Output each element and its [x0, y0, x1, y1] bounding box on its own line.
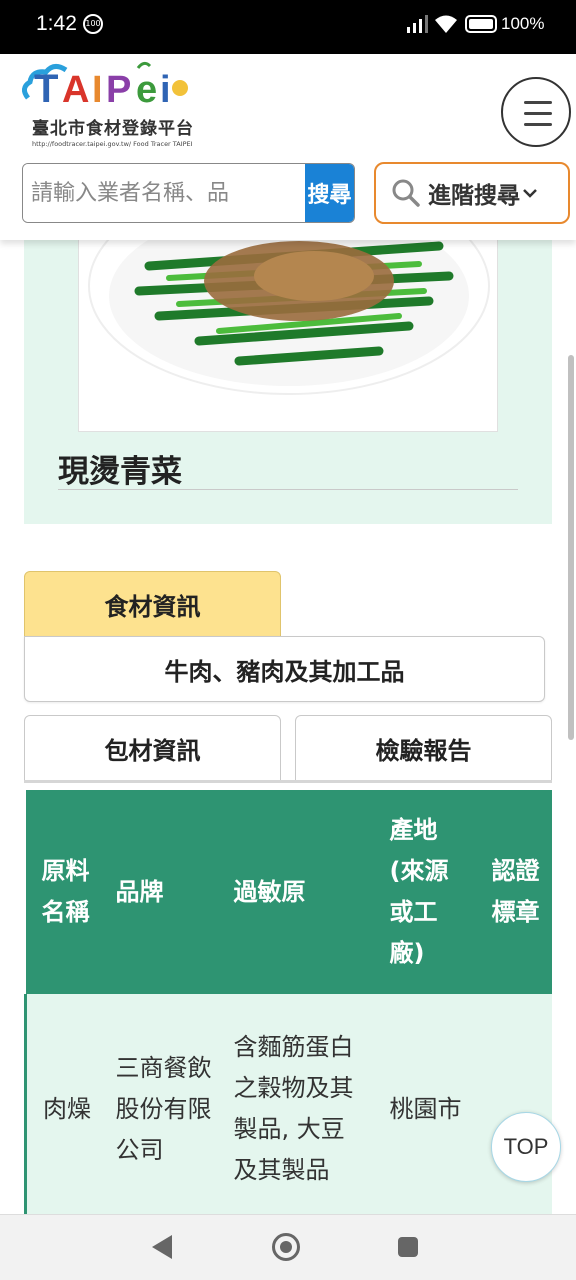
ingredient-table-container: 原料名稱 品牌 過敏原 產地(來源或工廠) 認證標章 肉燥 三商餐飲股份有限公司…	[24, 790, 552, 1220]
header-certification: 認證標章	[475, 790, 552, 994]
tab-divider	[24, 780, 552, 783]
title-divider	[58, 489, 518, 490]
menu-line-icon	[524, 101, 552, 104]
menu-line-icon	[524, 112, 552, 115]
tab-inspection-report[interactable]: 檢驗報告	[295, 715, 552, 781]
page-scrollbar[interactable]	[568, 355, 574, 740]
hamburger-menu-button[interactable]	[501, 77, 571, 147]
cell-brand: 三商餐飲股份有限公司	[99, 994, 218, 1220]
cell-certification	[475, 994, 552, 1220]
battery-icon	[465, 15, 497, 33]
taipei-logo-mark-icon: T A I P e i	[22, 61, 188, 111]
search-button[interactable]: 搜尋	[305, 164, 354, 222]
dish-image-icon	[88, 236, 490, 395]
dish-photo	[78, 236, 498, 432]
svg-text:e: e	[136, 69, 157, 111]
notification-badge-icon: 100	[83, 14, 103, 34]
site-header: T A I P e i 臺北市食材登錄平台 http://foodtracer.…	[0, 54, 576, 240]
food-category-item[interactable]: 牛肉、豬肉及其加工品	[24, 636, 545, 702]
logo-url: http://foodtracer.taipei.gov.tw/ Food Tr…	[32, 140, 193, 148]
tab-package-info[interactable]: 包材資訊	[24, 715, 281, 781]
advanced-search-label: 進階搜尋	[428, 183, 520, 209]
svg-text:T: T	[34, 67, 58, 111]
cell-signal-icon	[407, 15, 428, 33]
search-form: 搜尋	[22, 163, 355, 223]
table-header-row: 原料名稱 品牌 過敏原 產地(來源或工廠) 認證標章	[25, 790, 552, 994]
home-circle-icon[interactable]	[272, 1233, 300, 1261]
header-allergen: 過敏原	[217, 790, 374, 994]
recents-square-icon[interactable]	[398, 1237, 418, 1257]
tab-food-info[interactable]: 食材資訊	[24, 571, 281, 637]
search-input[interactable]	[23, 164, 305, 222]
dish-title: 現燙青菜	[58, 454, 182, 490]
taipei-logo[interactable]: T A I P e i 臺北市食材登錄平台 http://foodtracer.…	[20, 58, 220, 154]
back-triangle-icon[interactable]	[152, 1235, 172, 1259]
svg-text:P: P	[106, 69, 131, 111]
system-nav-bar	[0, 1214, 576, 1280]
back-to-top-button[interactable]: TOP	[491, 1112, 561, 1182]
battery-percent: 100%	[501, 14, 545, 33]
magnifier-icon	[392, 179, 420, 207]
cell-ingredient-name: 肉燥	[24, 994, 100, 1220]
header-origin: 產地(來源或工廠)	[373, 790, 476, 994]
svg-text:i: i	[160, 69, 171, 111]
wifi-icon	[435, 15, 457, 33]
header-ingredient-name: 原料名稱	[25, 790, 100, 994]
ingredient-table: 原料名稱 品牌 過敏原 產地(來源或工廠) 認證標章 肉燥 三商餐飲股份有限公司…	[24, 790, 552, 1220]
menu-line-icon	[524, 123, 552, 126]
table-row: 肉燥 三商餐飲股份有限公司 含麵筋蛋白之穀物及其製品, 大豆及其製品 桃園市	[24, 994, 552, 1220]
chevron-down-icon	[523, 189, 537, 198]
svg-text:A: A	[62, 69, 89, 111]
cell-origin: 桃園市	[373, 994, 476, 1220]
status-time: 1:42	[36, 12, 77, 35]
header-brand: 品牌	[99, 790, 218, 994]
cell-allergen: 含麵筋蛋白之穀物及其製品, 大豆及其製品	[217, 994, 374, 1220]
logo-subtitle: 臺北市食材登錄平台	[32, 119, 194, 139]
status-bar: 1:42 100 100%	[0, 0, 576, 54]
svg-text:I: I	[92, 69, 103, 111]
advanced-search-button[interactable]: 進階搜尋	[374, 162, 570, 224]
